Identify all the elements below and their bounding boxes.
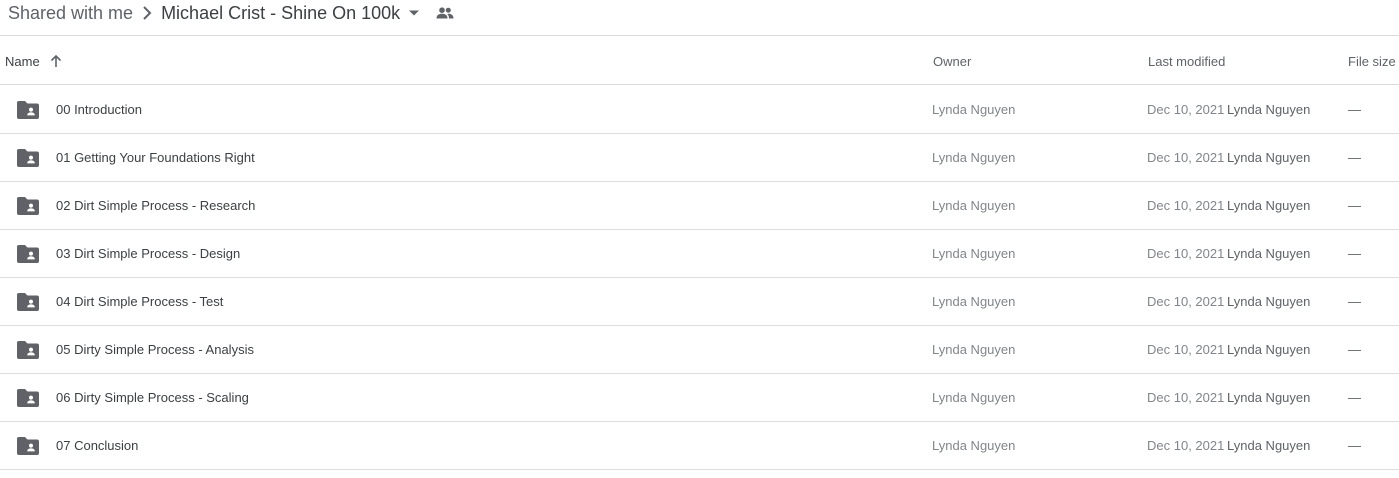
column-header-file-size: File size <box>1348 53 1396 69</box>
owner-name: Lynda Nguyen <box>932 390 1016 405</box>
shared-folder-icon <box>17 182 39 229</box>
shared-folder-icon <box>17 422 39 469</box>
modified-by: Lynda Nguyen <box>1227 438 1311 453</box>
table-row[interactable]: 04 Dirt Simple Process - Test Lynda Nguy… <box>0 278 1399 326</box>
file-size: — <box>1348 342 1361 357</box>
modified-by: Lynda Nguyen <box>1227 342 1311 357</box>
column-header-name[interactable]: Name <box>5 37 40 85</box>
file-name[interactable]: 05 Dirty Simple Process - Analysis <box>56 326 254 373</box>
arrow-up-icon[interactable] <box>49 37 63 85</box>
file-size: — <box>1348 294 1361 309</box>
owner-name: Lynda Nguyen <box>932 198 1016 213</box>
table-row[interactable]: 00 Introduction Lynda Nguyen Dec 10, 202… <box>0 86 1399 134</box>
file-name[interactable]: 06 Dirty Simple Process - Scaling <box>56 374 249 421</box>
table-row[interactable]: 05 Dirty Simple Process - Analysis Lynda… <box>0 326 1399 374</box>
table-row[interactable]: 03 Dirt Simple Process - Design Lynda Ng… <box>0 230 1399 278</box>
shared-folder-icon <box>17 134 39 181</box>
file-size: — <box>1348 246 1361 261</box>
shared-folder-icon <box>17 326 39 373</box>
modified-by: Lynda Nguyen <box>1227 246 1311 261</box>
modified-date: Dec 10, 2021 <box>1147 198 1225 213</box>
modified-date: Dec 10, 2021 <box>1147 294 1225 309</box>
modified-date: Dec 10, 2021 <box>1147 150 1225 165</box>
shared-folder-icon <box>17 86 39 133</box>
file-name[interactable]: 04 Dirt Simple Process - Test <box>56 278 223 325</box>
file-size: — <box>1348 198 1361 213</box>
shared-folder-icon <box>17 374 39 421</box>
modified-by: Lynda Nguyen <box>1227 150 1311 165</box>
file-size: — <box>1348 438 1361 453</box>
modified-date: Dec 10, 2021 <box>1147 390 1225 405</box>
file-size: — <box>1348 390 1361 405</box>
owner-name: Lynda Nguyen <box>932 150 1016 165</box>
shared-people-icon[interactable] <box>436 6 454 29</box>
owner-name: Lynda Nguyen <box>932 438 1016 453</box>
owner-name: Lynda Nguyen <box>932 102 1016 117</box>
breadcrumb-current-folder[interactable]: Michael Crist - Shine On 100k <box>161 1 400 35</box>
shared-folder-icon <box>17 278 39 325</box>
shared-folder-icon <box>17 230 39 277</box>
owner-name: Lynda Nguyen <box>932 246 1016 261</box>
owner-name: Lynda Nguyen <box>932 342 1016 357</box>
breadcrumb: Shared with me Michael Crist - Shine On … <box>0 0 1399 36</box>
modified-by: Lynda Nguyen <box>1227 390 1311 405</box>
modified-date: Dec 10, 2021 <box>1147 342 1225 357</box>
file-list: 00 Introduction Lynda Nguyen Dec 10, 202… <box>0 86 1399 470</box>
table-row[interactable]: 06 Dirty Simple Process - Scaling Lynda … <box>0 374 1399 422</box>
modified-date: Dec 10, 2021 <box>1147 246 1225 261</box>
file-name[interactable]: 07 Conclusion <box>56 422 138 469</box>
table-row[interactable]: 02 Dirt Simple Process - Research Lynda … <box>0 182 1399 230</box>
table-row[interactable]: 01 Getting Your Foundations Right Lynda … <box>0 134 1399 182</box>
table-header: Name Owner Last modified File size <box>0 37 1399 85</box>
modified-by: Lynda Nguyen <box>1227 102 1311 117</box>
file-name[interactable]: 00 Introduction <box>56 86 142 133</box>
owner-name: Lynda Nguyen <box>932 294 1016 309</box>
file-name[interactable]: 03 Dirt Simple Process - Design <box>56 230 240 277</box>
modified-date: Dec 10, 2021 <box>1147 102 1225 117</box>
caret-down-icon[interactable] <box>408 9 420 27</box>
chevron-right-icon <box>133 5 161 30</box>
breadcrumb-shared-with-me[interactable]: Shared with me <box>8 1 133 35</box>
modified-by: Lynda Nguyen <box>1227 294 1311 309</box>
file-size: — <box>1348 150 1361 165</box>
file-name[interactable]: 02 Dirt Simple Process - Research <box>56 182 255 229</box>
modified-by: Lynda Nguyen <box>1227 198 1311 213</box>
table-row[interactable]: 07 Conclusion Lynda Nguyen Dec 10, 2021 … <box>0 422 1399 470</box>
file-name[interactable]: 01 Getting Your Foundations Right <box>56 134 255 181</box>
column-header-last-modified[interactable]: Last modified <box>1148 37 1225 85</box>
column-header-owner: Owner <box>933 53 972 69</box>
file-size: — <box>1348 102 1361 117</box>
modified-date: Dec 10, 2021 <box>1147 438 1225 453</box>
